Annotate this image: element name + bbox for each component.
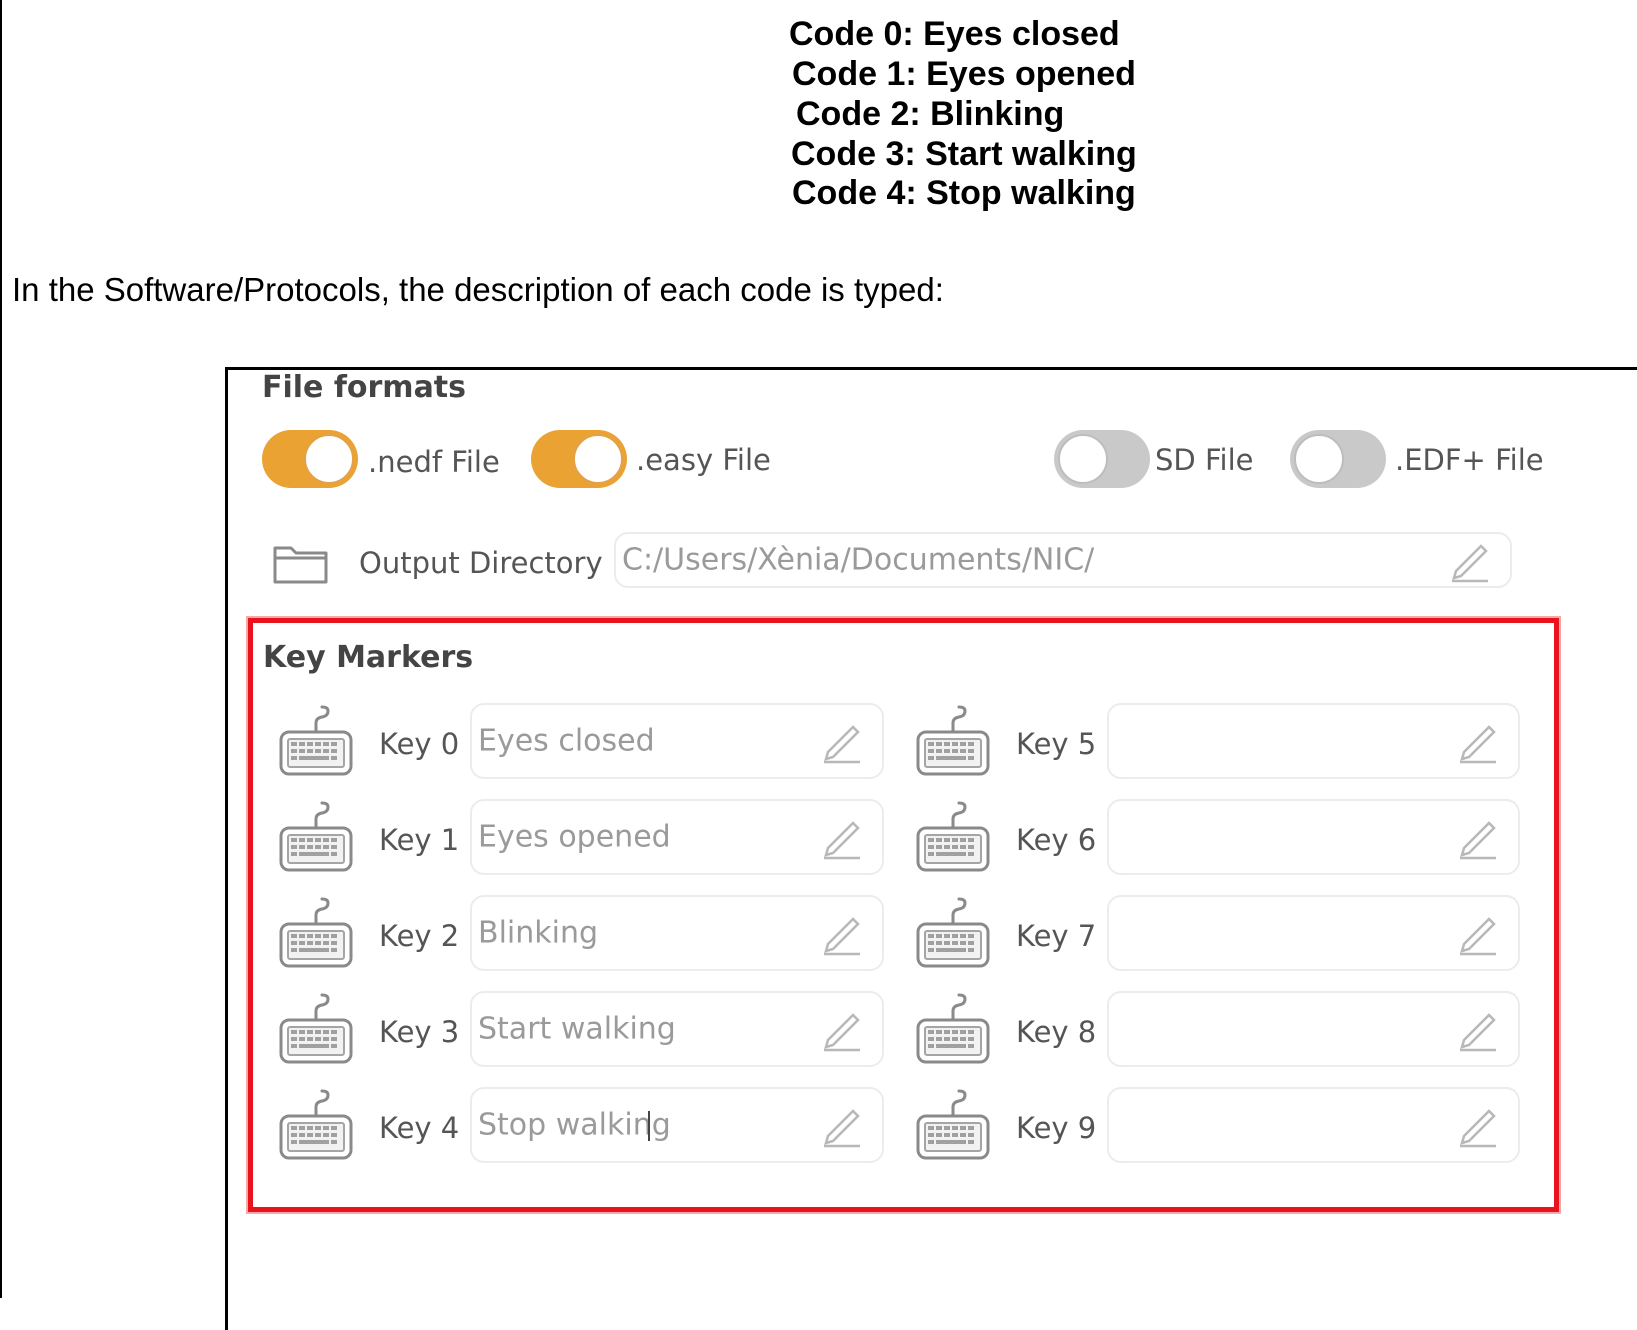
key-markers-highlight — [248, 618, 1559, 1212]
output-directory-value: C:/Users/Xènia/Documents/NIC/ — [622, 542, 1095, 578]
toggle-knob — [1058, 434, 1108, 484]
toggle-knob — [304, 434, 354, 484]
easy-file-toggle[interactable] — [531, 430, 627, 488]
edf-plus-file-toggle[interactable] — [1290, 430, 1386, 488]
pencil-icon[interactable] — [1448, 537, 1492, 583]
code-line-1: Code 1: Eyes opened — [792, 55, 1136, 93]
code-line-4: Code 4: Stop walking — [792, 174, 1136, 212]
file-formats-title: File formats — [262, 370, 467, 405]
output-directory-field[interactable]: C:/Users/Xènia/Documents/NIC/ — [614, 532, 1512, 588]
edf-plus-file-label: .EDF+ File — [1395, 443, 1544, 477]
easy-file-label: .easy File — [636, 443, 771, 477]
folder-icon[interactable] — [272, 540, 330, 586]
code-line-3: Code 3: Start walking — [791, 135, 1137, 173]
sd-file-toggle[interactable] — [1054, 430, 1150, 488]
toggle-knob — [573, 434, 623, 484]
toggle-knob — [1294, 434, 1344, 484]
code-line-0: Code 0: Eyes closed — [789, 15, 1120, 53]
sd-file-label: SD File — [1155, 443, 1254, 477]
code-line-2: Code 2: Blinking — [796, 95, 1065, 133]
nedf-file-label: .nedf File — [368, 445, 500, 479]
intro-paragraph: In the Software/Protocols, the descripti… — [12, 271, 944, 308]
output-directory-label: Output Directory — [359, 546, 603, 580]
nedf-file-toggle[interactable] — [262, 430, 358, 488]
